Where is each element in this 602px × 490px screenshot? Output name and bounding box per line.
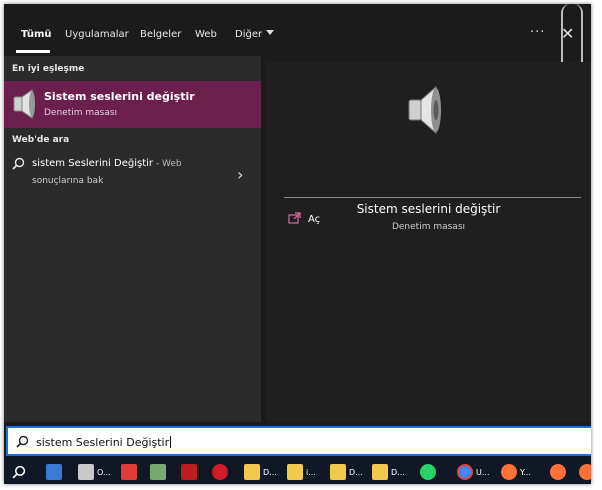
best-match-title: Sistem seslerini değiştir [44, 90, 195, 103]
chrome-icon [457, 464, 473, 480]
taskbar-folder-4-label: D... [391, 467, 405, 477]
laptop-icon [46, 464, 62, 480]
search-box[interactable]: sistem Seslerini Değiştir [6, 426, 591, 456]
web-result-line1: sistem Seslerini Değiştir - Web [32, 158, 182, 169]
network-icon [150, 464, 166, 480]
open-label: Aç [308, 214, 321, 225]
whatsapp-icon [420, 464, 436, 480]
taskbar-filezilla[interactable] [181, 462, 197, 482]
speaker-icon [13, 89, 35, 119]
taskbar-firefox-2[interactable] [550, 462, 566, 482]
web-result-suffix: - Web [153, 159, 182, 169]
search-window: Tümü Uygulamalar Belgeler Web Diğer ··· … [4, 4, 591, 484]
detail-divider [284, 197, 581, 198]
taskbar-firefox-1[interactable]: Y... [501, 462, 531, 482]
taskbar-folder-2[interactable]: i... [287, 462, 316, 482]
more-options-button[interactable]: ··· [530, 25, 545, 40]
chevron-right-icon[interactable]: › [237, 165, 243, 184]
taskbar-explorer-label: O... [97, 467, 111, 477]
search-input[interactable]: sistem Seslerini Değiştir [36, 436, 172, 449]
tab-all[interactable]: Tümü [21, 29, 52, 40]
taskbar-folder-3[interactable]: D... [330, 462, 363, 482]
taskbar-folder-1[interactable]: D... [244, 462, 277, 482]
folder-icon [372, 464, 388, 480]
firefox-icon [550, 464, 566, 480]
search-icon [12, 157, 25, 170]
detail-panel: Sistem seslerini değiştir Denetim masası [266, 62, 591, 422]
web-result-query: sistem Seslerini Değiştir [32, 158, 154, 169]
taskbar-search[interactable] [12, 462, 26, 482]
web-search-heading: Web'de ara [12, 135, 70, 145]
search-tabs-bar: Tümü Uygulamalar Belgeler Web Diğer ··· … [4, 4, 591, 56]
filezilla-icon [181, 464, 197, 480]
best-match-heading: En iyi eşleşme [12, 64, 85, 74]
web-result-line2: sonuçlarına bak [32, 176, 104, 186]
taskbar-folder-4[interactable]: D... [372, 462, 405, 482]
taskbar-folder-1-label: D... [263, 467, 277, 477]
tab-more-label: Diğer [235, 29, 263, 40]
opera-icon [212, 464, 228, 480]
taskbar-anydesk[interactable] [121, 462, 137, 482]
taskbar-chrome[interactable]: U... [457, 462, 489, 482]
taskbar-chrome-label: U... [476, 467, 490, 477]
taskbar-network[interactable] [150, 462, 166, 482]
taskbar-folder-3-label: D... [349, 467, 363, 477]
folder-icon [330, 464, 346, 480]
firefox-icon [501, 464, 517, 480]
chevron-down-icon [266, 30, 275, 35]
explorer-icon [78, 464, 94, 480]
best-match-subtitle: Denetim masası [44, 108, 118, 118]
firefox-icon [579, 464, 591, 480]
search-icon [16, 435, 29, 448]
folder-icon [244, 464, 260, 480]
open-icon [288, 212, 301, 224]
taskbar-laptop[interactable] [46, 462, 62, 482]
search-icon [12, 465, 26, 479]
text-cursor [170, 436, 172, 448]
taskbar-firefox-3[interactable] [579, 462, 591, 482]
taskbar-explorer[interactable]: O... [78, 462, 111, 482]
taskbar-folder-2-label: i... [306, 467, 316, 477]
tab-apps[interactable]: Uygulamalar [65, 29, 129, 40]
speaker-icon [408, 85, 441, 135]
anydesk-icon [121, 464, 137, 480]
taskbar-firefox-1-label: Y... [520, 467, 531, 477]
taskbar-opera[interactable] [212, 462, 228, 482]
folder-icon [287, 464, 303, 480]
search-input-value: sistem Seslerini Değiştir [36, 436, 170, 449]
taskbar: O... D... i... D... D... U... Y... [4, 456, 591, 484]
active-tab-indicator [16, 50, 50, 53]
tab-web[interactable]: Web [195, 29, 217, 40]
tab-more[interactable]: Diğer [235, 29, 275, 40]
tab-documents[interactable]: Belgeler [140, 29, 181, 40]
taskbar-whatsapp[interactable] [420, 462, 436, 482]
best-match-item[interactable] [4, 81, 261, 128]
